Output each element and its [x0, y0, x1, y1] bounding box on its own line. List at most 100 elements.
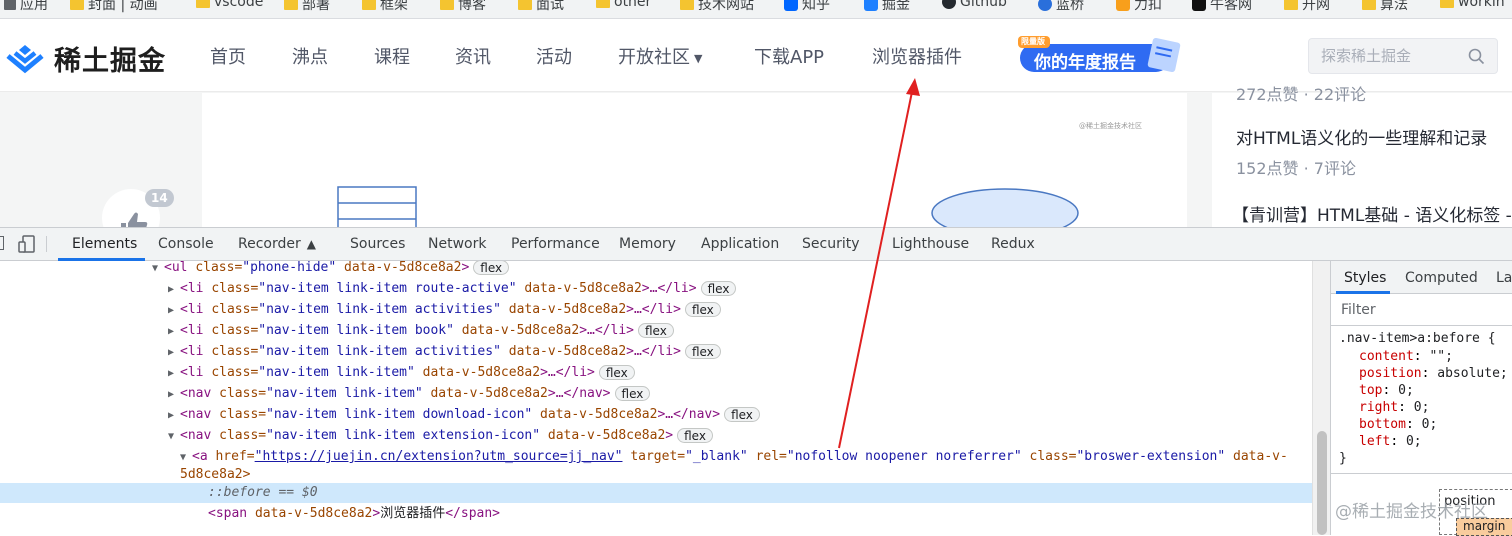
- bookmark-folder[interactable]: 开网: [1284, 0, 1330, 14]
- folder-icon: [1440, 0, 1454, 8]
- flex-badge[interactable]: flex: [614, 386, 651, 401]
- tab-styles[interactable]: Styles: [1344, 270, 1386, 286]
- dom-node-li[interactable]: ▶ <li class="nav-item link-item activitie…: [168, 342, 721, 362]
- bookmark-folder[interactable]: 面试: [518, 0, 564, 14]
- css-declaration[interactable]: left: 0;: [1359, 434, 1422, 449]
- tab-elements[interactable]: Elements: [72, 236, 137, 252]
- nav-open-community[interactable]: 开放社区 ▼: [618, 43, 702, 69]
- search-box[interactable]: [1308, 38, 1498, 74]
- site-logo[interactable]: 稀土掘金: [4, 39, 166, 78]
- css-declaration[interactable]: position: absolute;: [1359, 366, 1508, 381]
- tab-application[interactable]: Application: [701, 236, 779, 252]
- tab-performance[interactable]: Performance: [511, 236, 600, 252]
- expanded-triangle-icon[interactable]: ▼: [168, 427, 180, 447]
- collapsed-triangle-icon[interactable]: ▶: [168, 385, 180, 405]
- tab-network[interactable]: Network: [428, 236, 486, 252]
- bookmark-folder[interactable]: other: [596, 0, 651, 10]
- bookmark-folder[interactable]: 技术网站: [680, 0, 754, 14]
- nav-pins[interactable]: 沸点: [292, 43, 328, 69]
- collapsed-triangle-icon[interactable]: ▶: [168, 364, 180, 384]
- bookmark-lanqiao[interactable]: 蓝桥: [1038, 0, 1084, 14]
- folder-icon: [284, 0, 298, 10]
- flex-badge[interactable]: flex: [598, 365, 635, 380]
- flex-badge[interactable]: flex: [473, 261, 510, 275]
- bookmark-folder[interactable]: 框架: [362, 0, 408, 14]
- css-declaration[interactable]: bottom: 0;: [1359, 417, 1437, 432]
- tab-lighthouse[interactable]: Lighthouse: [892, 236, 969, 252]
- dom-node-li[interactable]: ▶ <li class="nav-item link-item book" dat…: [168, 321, 674, 341]
- bookmark-zhihu[interactable]: 知乎: [784, 0, 830, 14]
- banner-text: 你的年度报告: [1034, 53, 1136, 73]
- bookmark-apps[interactable]: 应用: [4, 0, 48, 14]
- nav-open-community-label: 开放社区: [618, 47, 690, 68]
- dom-node-span[interactable]: <span data-v-5d8ce8a2>浏览器插件</span>: [208, 504, 500, 524]
- related-articles: 272点赞 · 22评论 对HTML语义化的一些理解和记录 152点赞 · 7评…: [1212, 85, 1512, 227]
- css-declaration[interactable]: top: 0;: [1359, 383, 1414, 398]
- bookmark-folder[interactable]: vscode: [196, 0, 263, 10]
- collapsed-triangle-icon[interactable]: ▶: [168, 406, 180, 426]
- css-declaration[interactable]: right: 0;: [1359, 400, 1429, 415]
- annual-report-banner[interactable]: 限量版 你的年度报告: [1018, 36, 1193, 78]
- tab-sources[interactable]: Sources: [350, 236, 405, 252]
- nav-browser-extension[interactable]: 浏览器插件: [872, 43, 962, 69]
- dom-node-a[interactable]: ▼ <a href="https://juejin.cn/extension?ut…: [180, 447, 1288, 467]
- bookmark-folder[interactable]: 算法: [1362, 0, 1408, 14]
- bookmark-leetcode[interactable]: 力扣: [1116, 0, 1162, 14]
- flex-badge[interactable]: flex: [677, 428, 713, 443]
- nav-events[interactable]: 活动: [536, 43, 572, 69]
- collapsed-triangle-icon[interactable]: ▶: [168, 280, 180, 300]
- styles-filter-input[interactable]: Filter: [1341, 302, 1376, 318]
- css-declaration[interactable]: content: "";: [1359, 349, 1453, 364]
- tab-console[interactable]: Console: [158, 236, 214, 252]
- dom-node-ul[interactable]: ▼ <ul class="phone-hide" data-v-5d8ce8a2>…: [152, 261, 510, 279]
- dom-node-before-selected[interactable]: ::before == $0: [0, 483, 1312, 503]
- dom-scrollbar[interactable]: [1312, 261, 1330, 535]
- collapsed-triangle-icon[interactable]: ▶: [168, 301, 180, 321]
- dom-node-li[interactable]: ▶ <li class="nav-item link-item" data-v-5…: [168, 363, 635, 383]
- related-article-link[interactable]: 对HTML语义化的一些理解和记录: [1236, 124, 1487, 149]
- collapsed-triangle-icon[interactable]: ▶: [168, 322, 180, 342]
- tab-recorder[interactable]: Recorder ▲: [238, 236, 316, 252]
- dom-node-nav[interactable]: ▶ <nav class="nav-item link-item download…: [168, 405, 760, 425]
- inspect-element-icon[interactable]: [0, 236, 4, 250]
- nav-courses[interactable]: 课程: [374, 43, 410, 69]
- tab-layout[interactable]: Lay: [1496, 270, 1512, 286]
- flex-badge[interactable]: flex: [684, 302, 721, 317]
- folder-icon: [1284, 0, 1298, 10]
- flex-badge[interactable]: flex: [637, 323, 674, 338]
- dom-node-nav[interactable]: ▶ <nav class="nav-item link-item" data-v-…: [168, 384, 651, 405]
- bookmark-folder[interactable]: workin: [1440, 0, 1505, 10]
- flex-badge[interactable]: flex: [724, 407, 760, 422]
- tab-memory[interactable]: Memory: [619, 236, 676, 252]
- nav-download-app[interactable]: 下载APP: [754, 43, 824, 69]
- leetcode-icon: [1116, 0, 1130, 11]
- logo-text: 稀土掘金: [54, 46, 166, 77]
- tab-computed[interactable]: Computed: [1405, 270, 1478, 286]
- tab-security[interactable]: Security: [802, 236, 860, 252]
- flex-badge[interactable]: flex: [684, 344, 721, 359]
- bookmark-nowcoder[interactable]: 牛客网: [1192, 0, 1252, 14]
- nav-home[interactable]: 首页: [210, 43, 246, 69]
- href-link[interactable]: "https://juejin.cn/extension?utm_source=…: [255, 449, 623, 464]
- related-article-link[interactable]: 【青训营】HTML基础 - 语义化标签 -: [1232, 201, 1512, 226]
- dom-node-nav-extension[interactable]: ▼ <nav class="nav-item link-item extensio…: [168, 426, 713, 446]
- expanded-triangle-icon[interactable]: ▼: [152, 261, 164, 279]
- apps-icon: [4, 0, 16, 10]
- bookmark-juejin[interactable]: 掘金: [864, 0, 910, 14]
- search-icon[interactable]: [1468, 48, 1485, 65]
- bookmark-folder[interactable]: 封面 | 动画: [70, 0, 158, 14]
- bookmark-github[interactable]: Github: [942, 0, 1007, 10]
- search-input[interactable]: [1321, 47, 1461, 65]
- tab-redux[interactable]: Redux: [991, 236, 1035, 252]
- device-toolbar-icon[interactable]: [18, 235, 36, 253]
- span-text: 浏览器插件: [380, 506, 446, 521]
- dom-node-li[interactable]: ▶ <li class="nav-item link-item activitie…: [168, 300, 721, 320]
- bookmark-folder[interactable]: 部署: [284, 0, 330, 14]
- collapsed-triangle-icon[interactable]: ▶: [168, 343, 180, 363]
- dom-node-li[interactable]: ▶ <li class="nav-item link-item route-act…: [168, 279, 737, 300]
- scrollbar-thumb[interactable]: [1317, 431, 1327, 535]
- juejin-logo-icon: [6, 44, 44, 73]
- bookmark-folder[interactable]: 博客: [440, 0, 486, 14]
- flex-badge[interactable]: flex: [700, 281, 737, 296]
- nav-news[interactable]: 资讯: [455, 43, 491, 69]
